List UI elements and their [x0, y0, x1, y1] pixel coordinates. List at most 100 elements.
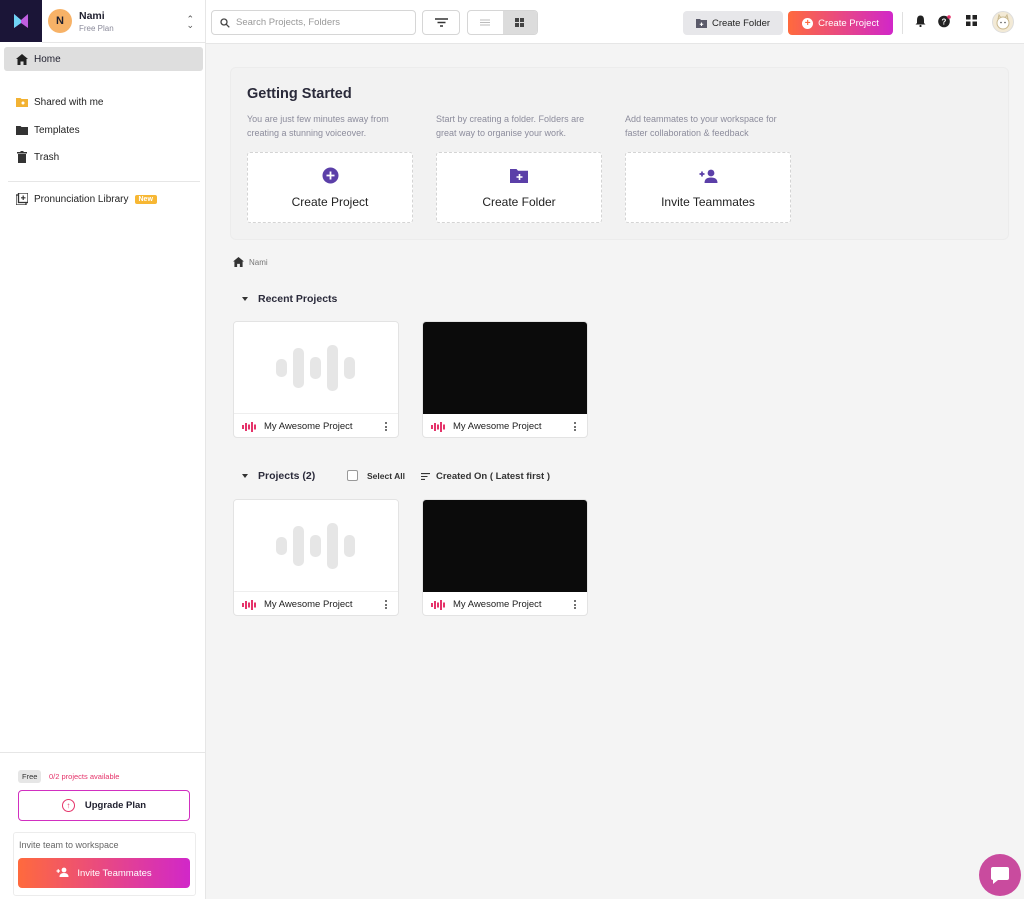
plus-circle-icon	[322, 167, 339, 185]
arrow-up-circle-icon: ↑	[61, 799, 75, 812]
card-description: You are just few minutes away from creat…	[247, 114, 389, 138]
search-input[interactable]: Search Projects, Folders	[211, 10, 416, 35]
more-vertical-icon[interactable]	[385, 422, 387, 431]
workspace-avatar: N	[48, 9, 72, 33]
card-label: Create Folder	[482, 194, 556, 209]
chat-bubble-icon	[991, 866, 1009, 884]
app-logo[interactable]	[0, 0, 42, 42]
search-icon	[220, 17, 230, 28]
plus-circle-icon: +	[802, 17, 814, 29]
plan-tag: Free	[18, 770, 42, 783]
create-folder-card[interactable]: Create Folder	[436, 152, 602, 223]
audio-wave-icon	[431, 599, 446, 610]
project-footer: My Awesome Project	[423, 592, 587, 615]
sort-dropdown[interactable]: Created On ( Latest first )	[421, 471, 550, 482]
section-title: Recent Projects	[258, 293, 338, 305]
folder-icon	[16, 124, 28, 136]
project-thumbnail	[234, 500, 398, 592]
chat-support-button[interactable]	[979, 854, 1021, 896]
search-placeholder: Search Projects, Folders	[236, 17, 341, 28]
workspace-name: Nami	[79, 9, 105, 22]
sidebar-item-trash[interactable]: Trash	[16, 151, 59, 163]
avatar-image-icon	[996, 13, 1010, 30]
upgrade-plan-button[interactable]: ↑ Upgrade Plan	[18, 790, 190, 821]
chevron-updown-icon: ⌃ ⌄	[186, 14, 194, 30]
caret-down-icon	[242, 474, 248, 478]
sidebar-item-shared[interactable]: Shared with me	[16, 96, 103, 108]
folder-plus-icon	[695, 18, 707, 28]
audio-wave-icon	[242, 599, 257, 610]
create-project-card[interactable]: Create Project	[247, 152, 413, 223]
project-name: My Awesome Project	[264, 599, 353, 610]
filter-button[interactable]	[422, 10, 460, 35]
add-person-icon	[699, 167, 718, 185]
trash-icon	[16, 151, 28, 163]
invite-teammates-button[interactable]: Invite Teammates	[18, 858, 190, 888]
home-icon	[233, 257, 244, 267]
checkbox[interactable]	[347, 470, 358, 481]
waveform-placeholder-icon	[276, 344, 355, 391]
sidebar-item-label: Pronunciation Library	[34, 193, 129, 205]
create-folder-button[interactable]: Create Folder	[683, 11, 783, 35]
create-project-button[interactable]: + Create Project	[788, 11, 893, 35]
sort-label: Created On ( Latest first )	[436, 471, 551, 482]
section-title: Projects (2)	[258, 470, 316, 482]
more-vertical-icon[interactable]	[574, 600, 576, 609]
divider	[8, 181, 200, 182]
bell-icon[interactable]	[915, 15, 926, 27]
project-name: My Awesome Project	[453, 599, 542, 610]
project-name: My Awesome Project	[453, 421, 542, 432]
project-card[interactable]: My Awesome Project	[422, 499, 588, 616]
project-card[interactable]: My Awesome Project	[233, 499, 399, 616]
select-all-checkbox[interactable]: Select All	[347, 470, 405, 481]
help-icon[interactable]: ?	[938, 15, 951, 28]
waveform-placeholder-icon	[276, 522, 355, 569]
audio-wave-icon	[242, 421, 257, 432]
project-footer: My Awesome Project	[234, 414, 398, 437]
sidebar-item-label: Trash	[34, 151, 60, 163]
select-all-label: Select All	[367, 470, 405, 481]
project-card[interactable]: My Awesome Project	[422, 321, 588, 438]
upgrade-label: Upgrade Plan	[84, 800, 147, 811]
list-view-button[interactable]	[468, 11, 503, 34]
filter-icon	[434, 18, 448, 27]
invite-button-label: Invite Teammates	[77, 867, 152, 879]
caret-down-icon	[242, 297, 248, 301]
home-icon	[16, 53, 28, 65]
project-thumbnail	[234, 322, 398, 414]
card-label: Invite Teammates	[661, 194, 755, 209]
project-card[interactable]: My Awesome Project	[233, 321, 399, 438]
invite-teammates-card[interactable]: Invite Teammates	[625, 152, 791, 223]
projects-header[interactable]: Projects (2)	[242, 470, 315, 482]
create-project-label: Create Project	[818, 17, 879, 29]
user-avatar[interactable]	[992, 11, 1014, 33]
sidebar-item-label: Templates	[34, 124, 80, 136]
sidebar-item-label: Shared with me	[34, 96, 104, 108]
workspace-plan: Free Plan	[79, 23, 114, 33]
view-toggle	[467, 10, 538, 35]
add-person-icon	[56, 867, 69, 880]
more-vertical-icon[interactable]	[574, 422, 576, 431]
sidebar: N Nami Free Plan ⌃ ⌄ Home Shared with me …	[0, 0, 206, 899]
invite-text: Invite team to workspace	[19, 840, 119, 850]
breadcrumb[interactable]: Nami	[233, 257, 268, 267]
audio-wave-icon	[431, 421, 446, 432]
more-vertical-icon[interactable]	[385, 600, 387, 609]
folder-plus-icon	[510, 167, 528, 185]
shared-folder-icon	[16, 96, 28, 108]
topbar: Search Projects, Folders Create Folder +…	[206, 0, 1024, 44]
sidebar-item-templates[interactable]: Templates	[16, 124, 80, 136]
sidebar-item-label: Home	[34, 53, 61, 65]
new-badge: New	[134, 194, 157, 204]
apps-grid-icon[interactable]	[966, 15, 977, 26]
sidebar-item-home[interactable]: Home	[4, 47, 203, 71]
grid-view-icon	[515, 18, 525, 27]
workspace-switcher[interactable]: N Nami Free Plan ⌃ ⌄	[42, 0, 206, 43]
sidebar-item-pronunciation[interactable]: Pronunciation Library New	[16, 193, 157, 205]
grid-view-button[interactable]	[502, 11, 537, 34]
breadcrumb-label: Nami	[249, 257, 268, 267]
projects-available: 0/2 projects available	[49, 772, 120, 781]
recent-projects-header[interactable]: Recent Projects	[242, 293, 337, 305]
create-folder-label: Create Folder	[711, 17, 771, 29]
logo-icon	[14, 14, 28, 28]
